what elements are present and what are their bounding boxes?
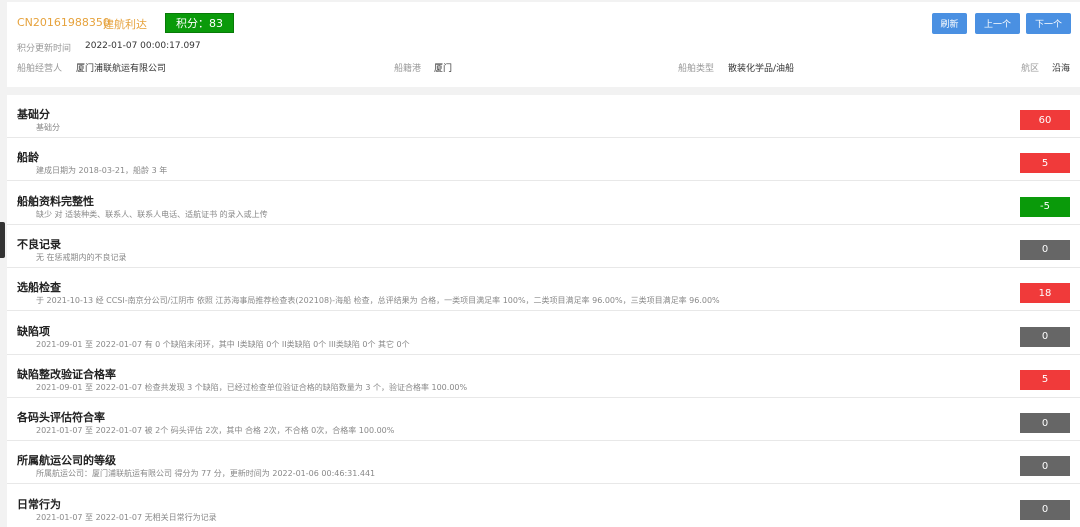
score-item-list: 基础分 基础分 60 船龄 建成日期为 2018-03-21，船龄 3 年 5 船舶资料完整… bbox=[7, 95, 1080, 527]
score-item-description: 缺少 对 适装种类、联系人、联系人电话、适航证书 的录入或上传 bbox=[36, 209, 268, 219]
score-item-description: 2021-01-07 至 2022-01-07 无相关日常行为记录 bbox=[36, 512, 217, 522]
ship-name: 建航利达 bbox=[103, 18, 147, 31]
score-item-title: 基础分 bbox=[17, 108, 50, 121]
score-item-row: 各码头评估符合率 2021-01-07 至 2022-01-07 被 2个 码头评… bbox=[7, 398, 1080, 442]
area-label: 航区 bbox=[1021, 64, 1040, 74]
score-item-row: 选船检查于 2021-10-13 经 CCSI-南京分公司/江阴市 依照 江苏海… bbox=[7, 268, 1080, 312]
score-item-title: 各码头评估符合率 bbox=[17, 411, 105, 425]
type-value: 散装化学品/油船 bbox=[728, 64, 795, 74]
ship-header: CN20161988350 建航利达 积分：83 刷新 上一个 下一个 积分更新… bbox=[7, 2, 1080, 87]
port-label: 船籍港 bbox=[394, 64, 422, 74]
score-item-value: 0 bbox=[1020, 239, 1070, 260]
score-item-title: 船龄 bbox=[17, 151, 39, 165]
score-item-title: 缺陷项 bbox=[17, 324, 50, 338]
score-item-row: 缺陷整改验证合格率 2021-09-01 至 2022-01-07 检查共发现 3… bbox=[7, 355, 1080, 398]
score-item-title: 缺陷整改验证合格率 bbox=[17, 367, 116, 381]
score-item-value: 18 bbox=[1020, 283, 1070, 304]
score-item-title: 日常行为 bbox=[17, 497, 61, 511]
score-item-title: 船舶资料完整性 bbox=[17, 194, 94, 208]
score-item-description: 基础分 bbox=[36, 123, 60, 132]
score-item-description: 2021-01-07 至 2022-01-07 被 2个 码头评估 2次，其中 … bbox=[36, 426, 395, 436]
operator-label: 船舶经营人 bbox=[17, 64, 63, 74]
area-value: 沿海 bbox=[1052, 64, 1071, 74]
score-item-row: 日常行为 2021-01-07 至 2022-01-07 无相关日常行为记录 0 bbox=[7, 485, 1080, 527]
update-time-label: 积分更新时间 bbox=[17, 44, 72, 54]
score-item-value: 0 bbox=[1020, 413, 1070, 434]
score-item-row: 船龄 建成日期为 2018-03-21，船龄 3 年 5 bbox=[7, 138, 1080, 182]
operator-value: 厦门浦联航运有限公司 bbox=[76, 64, 167, 74]
score-item-value: 5 bbox=[1020, 153, 1070, 174]
score-item-row: 所属航运公司的等级 所属航运公司：厦门浦联航运有限公司 得分为 77 分，更新时间… bbox=[7, 441, 1080, 485]
score-item-row: 基础分 基础分 60 bbox=[7, 95, 1080, 138]
score-item-value: 0 bbox=[1020, 326, 1070, 347]
score-item-row: 船舶资料完整性 缺少 对 适装种类、联系人、联系人电话、适航证书 的录入或上传 -5 bbox=[7, 182, 1080, 225]
score-item-title: 不良记录 bbox=[17, 237, 61, 251]
score-item-value: 0 bbox=[1020, 456, 1070, 477]
score-item-value: 0 bbox=[1020, 499, 1070, 520]
score-item-description: 所属航运公司：厦门浦联航运有限公司 得分为 77 分，更新时间为 2022-01… bbox=[36, 469, 376, 479]
score-item-description: 无 在惩戒期内的不良记录 bbox=[36, 252, 127, 262]
score-item-title: 所属航运公司的等级 bbox=[17, 454, 116, 468]
score-item-description: 2021-09-01 至 2022-01-07 有 0 个缺陷未闭环，其中 I类… bbox=[36, 339, 410, 349]
next-button[interactable]: 下一个 bbox=[1026, 13, 1071, 34]
score-item-row: 不良记录无 在惩戒期内的不良记录 0 bbox=[7, 225, 1080, 268]
type-label: 船舶类型 bbox=[678, 64, 715, 74]
total-score-badge: 积分：83 bbox=[165, 13, 234, 33]
refresh-button[interactable]: 刷新 bbox=[932, 13, 967, 34]
prev-button[interactable]: 上一个 bbox=[975, 13, 1020, 34]
score-item-title: 选船检查 bbox=[17, 281, 61, 295]
update-time-value: 2022-01-07 00:00:17.097 bbox=[85, 41, 201, 51]
score-item-value: 60 bbox=[1020, 110, 1070, 130]
ship-id[interactable]: CN20161988350 bbox=[17, 16, 110, 29]
score-item-description: 建成日期为 2018-03-21，船龄 3 年 bbox=[36, 166, 168, 176]
score-item-value: -5 bbox=[1020, 196, 1070, 217]
port-value: 厦门 bbox=[434, 64, 453, 74]
score-item-description: 2021-09-01 至 2022-01-07 检查共发现 3 个缺陷，已经过检… bbox=[36, 382, 468, 392]
side-collapse-tab[interactable] bbox=[0, 222, 5, 258]
score-item-value: 5 bbox=[1020, 369, 1070, 390]
score-item-row: 缺陷项 2021-09-01 至 2022-01-07 有 0 个缺陷未闭环，其中… bbox=[7, 312, 1080, 355]
score-item-description: 于 2021-10-13 经 CCSI-南京分公司/江阴市 依照 江苏海事局推荐… bbox=[36, 296, 720, 306]
